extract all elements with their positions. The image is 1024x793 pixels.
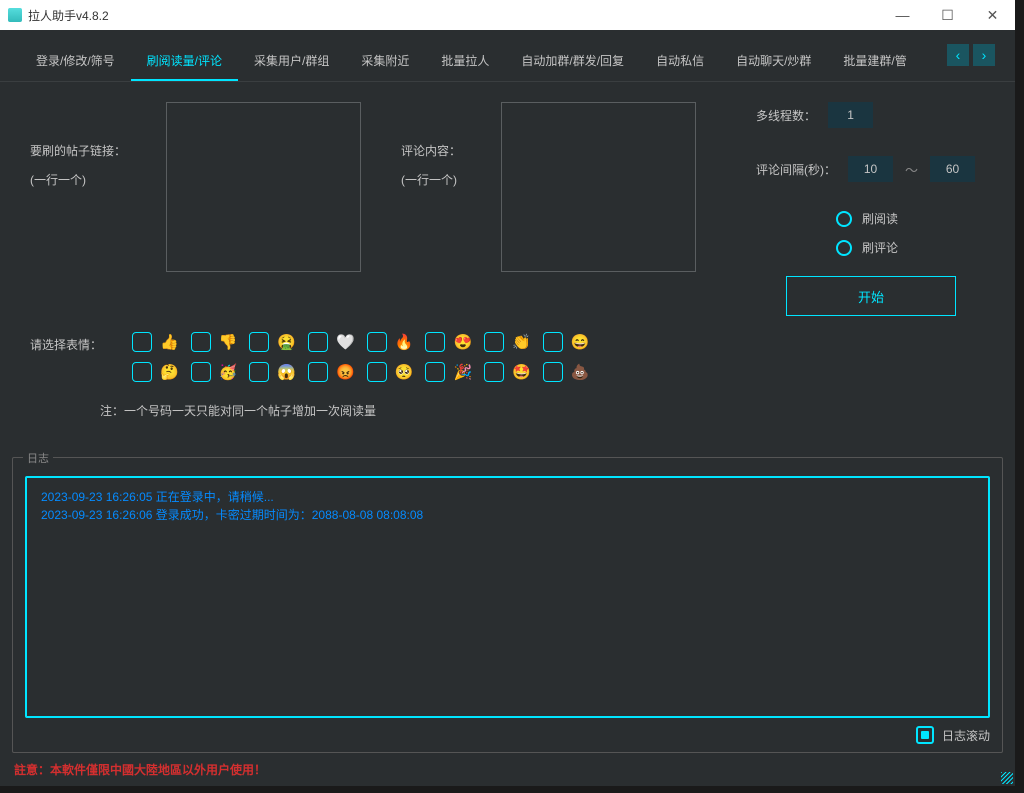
post-links-label: 要刷的帖子链接： bbox=[30, 142, 126, 159]
emoji-checkbox[interactable] bbox=[132, 362, 152, 382]
post-links-input[interactable] bbox=[166, 102, 361, 272]
emoji-icon: 🤔 bbox=[160, 363, 179, 381]
app-window: 拉人助手v4.8.2 — ☐ ✕ 登录/修改/筛号刷阅读量/评论采集用户/群组采… bbox=[0, 0, 1015, 786]
log-line: 2023-09-23 16:26:05 正在登录中，请稍候... bbox=[41, 488, 974, 506]
emoji-checkbox[interactable] bbox=[191, 362, 211, 382]
emoji-checkbox[interactable] bbox=[484, 332, 504, 352]
radio-comment[interactable] bbox=[836, 240, 852, 256]
tab-6[interactable]: 自动私信 bbox=[640, 44, 720, 81]
emoji-icon: 🤍 bbox=[336, 333, 355, 351]
app-icon bbox=[8, 8, 22, 22]
emoji-icon: 😱 bbox=[277, 363, 296, 381]
resize-grip[interactable] bbox=[1001, 772, 1013, 784]
interval-max-input[interactable] bbox=[930, 156, 975, 182]
emoji-checkbox[interactable] bbox=[308, 332, 328, 352]
emoji-icon: 👍 bbox=[160, 333, 179, 351]
warning-text: 註意：本軟件僅限中國大陸地區以外用户使用！ bbox=[14, 761, 266, 778]
comment-label: 评论内容： bbox=[401, 142, 461, 159]
emoji-checkbox[interactable] bbox=[543, 332, 563, 352]
emoji-icon: 🤮 bbox=[277, 333, 296, 351]
emoji-icon: 😡 bbox=[336, 363, 355, 381]
tab-prev-button[interactable]: ‹ bbox=[947, 44, 969, 66]
emoji-checkbox[interactable] bbox=[367, 362, 387, 382]
emoji-icon: 👎 bbox=[219, 333, 238, 351]
emoji-icon: 🥳 bbox=[219, 363, 238, 381]
emoji-checkbox[interactable] bbox=[249, 332, 269, 352]
close-button[interactable]: ✕ bbox=[970, 0, 1015, 30]
maximize-button[interactable]: ☐ bbox=[925, 0, 970, 30]
radio-comment-label: 刷评论 bbox=[862, 239, 898, 256]
radio-read-label: 刷阅读 bbox=[862, 210, 898, 227]
tab-2[interactable]: 采集用户/群组 bbox=[238, 44, 345, 81]
threads-input[interactable] bbox=[828, 102, 873, 128]
post-links-hint: (一行一个) bbox=[30, 171, 126, 188]
threads-label: 多线程数： bbox=[756, 107, 816, 124]
emoji-icon: 🔥 bbox=[395, 333, 414, 351]
tab-1[interactable]: 刷阅读量/评论 bbox=[131, 44, 238, 81]
content-area: 要刷的帖子链接： (一行一个) 评论内容： (一行一个) 多线程数： 评论间隔(… bbox=[0, 82, 1015, 439]
start-button[interactable]: 开始 bbox=[786, 276, 956, 316]
tab-next-button[interactable]: › bbox=[973, 44, 995, 66]
note-text: 注：一个号码一天只能对同一个帖子增加一次阅读量 bbox=[100, 402, 985, 419]
tab-8[interactable]: 批量建群/管 bbox=[827, 44, 922, 81]
emoji-icon: 💩 bbox=[571, 363, 590, 381]
log-section: 日志 2023-09-23 16:26:05 正在登录中，请稍候...2023-… bbox=[12, 457, 1003, 753]
comment-input[interactable] bbox=[501, 102, 696, 272]
titlebar: 拉人助手v4.8.2 — ☐ ✕ bbox=[0, 0, 1015, 30]
emoji-checkbox[interactable] bbox=[425, 332, 445, 352]
emoji-checkbox[interactable] bbox=[425, 362, 445, 382]
emoji-icon: 🎉 bbox=[453, 363, 472, 381]
emoji-checkbox[interactable] bbox=[191, 332, 211, 352]
comment-hint: (一行一个) bbox=[401, 171, 461, 188]
window-title: 拉人助手v4.8.2 bbox=[28, 7, 109, 24]
log-label: 日志 bbox=[23, 450, 53, 466]
emoji-icon: 🤩 bbox=[512, 363, 531, 381]
emoji-label: 请选择表情： bbox=[30, 332, 102, 353]
log-scroll-label: 日志滚动 bbox=[942, 727, 990, 744]
tab-5[interactable]: 自动加群/群发/回复 bbox=[505, 44, 640, 81]
emoji-icon: 🥺 bbox=[395, 363, 414, 381]
emoji-checkbox[interactable] bbox=[308, 362, 328, 382]
emoji-checkbox[interactable] bbox=[484, 362, 504, 382]
log-output[interactable]: 2023-09-23 16:26:05 正在登录中，请稍候...2023-09-… bbox=[25, 476, 990, 718]
log-line: 2023-09-23 16:26:06 登录成功，卡密过期时间为：2088-08… bbox=[41, 506, 974, 524]
tab-7[interactable]: 自动聊天/炒群 bbox=[720, 44, 827, 81]
log-scroll-checkbox[interactable] bbox=[916, 726, 934, 744]
tab-3[interactable]: 采集附近 bbox=[345, 44, 425, 81]
emoji-checkbox[interactable] bbox=[367, 332, 387, 352]
tab-4[interactable]: 批量拉人 bbox=[425, 44, 505, 81]
emoji-checkbox[interactable] bbox=[132, 332, 152, 352]
interval-label: 评论间隔(秒)： bbox=[756, 161, 836, 178]
emoji-icon: 😍 bbox=[453, 333, 472, 351]
emoji-icon: 👏 bbox=[512, 333, 531, 351]
tab-0[interactable]: 登录/修改/筛号 bbox=[20, 44, 131, 81]
tab-bar: 登录/修改/筛号刷阅读量/评论采集用户/群组采集附近批量拉人自动加群/群发/回复… bbox=[0, 30, 1015, 82]
interval-min-input[interactable] bbox=[848, 156, 893, 182]
emoji-checkbox[interactable] bbox=[543, 362, 563, 382]
radio-read[interactable] bbox=[836, 211, 852, 227]
emoji-checkbox[interactable] bbox=[249, 362, 269, 382]
emoji-icon: 😄 bbox=[571, 333, 590, 351]
minimize-button[interactable]: — bbox=[880, 0, 925, 30]
